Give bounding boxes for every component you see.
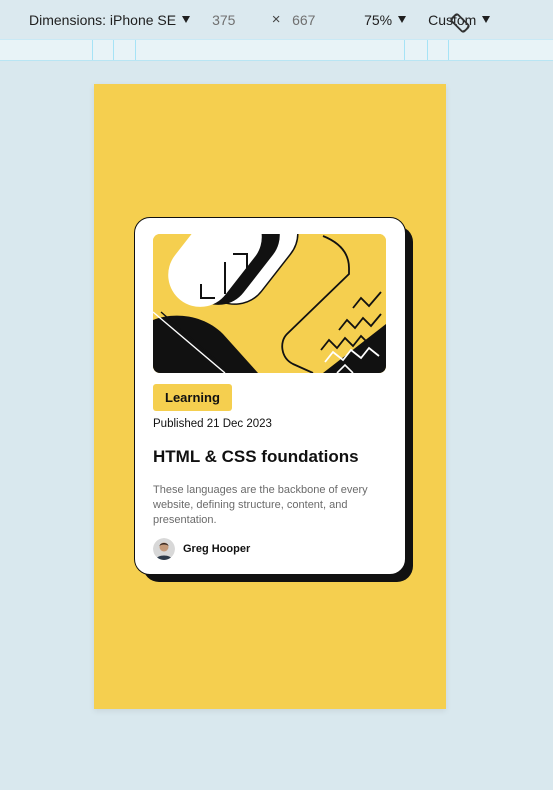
ruler-tick	[113, 40, 114, 60]
height-input[interactable]: 667	[284, 7, 343, 32]
device-viewport: Learning Published 21 Dec 2023 HTML & CS…	[94, 84, 446, 709]
author-avatar-image	[153, 538, 175, 560]
avatar	[153, 538, 175, 560]
dimensions-label: Dimensions: iPhone SE	[29, 11, 177, 28]
ruler-tick	[448, 40, 449, 60]
ruler-tick	[92, 40, 93, 60]
ruler-tick	[427, 40, 428, 60]
blog-preview-card: Learning Published 21 Dec 2023 HTML & CS…	[134, 217, 406, 575]
card-illustration	[153, 234, 386, 373]
zoom-dropdown[interactable]: 75%	[364, 11, 407, 28]
width-input[interactable]: 375	[204, 7, 263, 32]
ruler-tick	[404, 40, 405, 60]
rotate-device-icon[interactable]	[449, 12, 471, 34]
times-sign: ×	[271, 11, 281, 28]
device-toolbar: Dimensions: iPhone SE 375 × 667 75% Cust…	[0, 0, 553, 39]
category-tag: Learning	[153, 384, 232, 411]
card-description: These languages are the backbone of ever…	[153, 484, 368, 526]
author: Greg Hooper	[153, 538, 250, 560]
card-title[interactable]: HTML & CSS foundations	[153, 447, 359, 467]
chevron-down-icon	[482, 16, 491, 23]
chevron-down-icon	[182, 16, 191, 23]
author-name: Greg Hooper	[183, 543, 251, 555]
illustration-graphic	[153, 234, 386, 373]
ruler-tick	[135, 40, 136, 60]
published-date: Published 21 Dec 2023	[153, 418, 272, 430]
media-query-ruler[interactable]	[0, 39, 553, 61]
chevron-down-icon	[398, 16, 407, 23]
zoom-label: 75%	[364, 11, 393, 28]
dimensions-dropdown[interactable]: Dimensions: iPhone SE	[29, 11, 191, 28]
